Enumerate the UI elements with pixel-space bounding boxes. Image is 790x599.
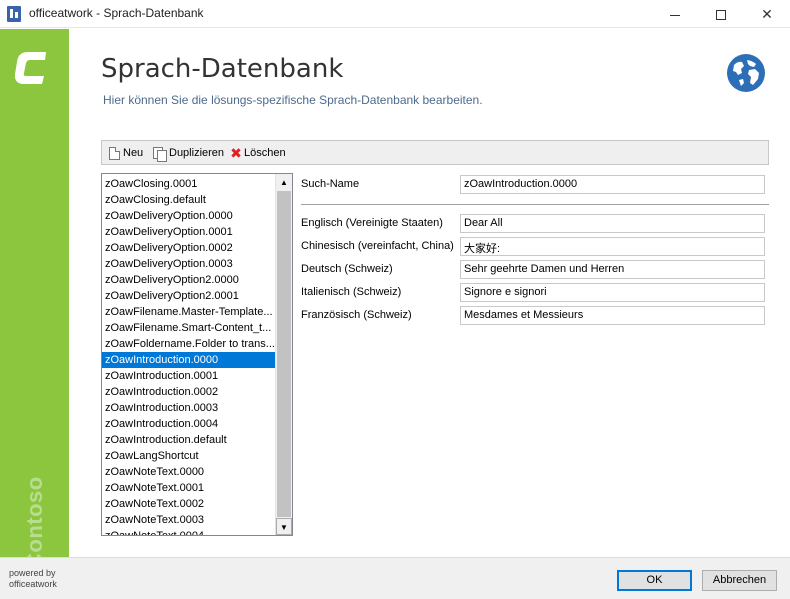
lang-label-english: Englisch (Vereinigte Staaten) [301,217,443,229]
list-item[interactable]: zOawIntroduction.0001 [102,368,276,384]
minimize-icon [670,14,680,16]
list-scrollbar[interactable]: ▲ ▼ [275,174,292,535]
list-item[interactable]: zOawIntroduction.default [102,432,276,448]
list-item[interactable]: zOawLangShortcut [102,448,276,464]
new-button[interactable]: Neu [109,145,143,161]
delete-button-label: Löschen [244,147,286,159]
list-item[interactable]: zOawDeliveryOption.0002 [102,240,276,256]
maximize-icon [716,10,726,21]
title-bar: officeatwork - Sprach-Datenbank ✕ [0,0,790,28]
list-item[interactable]: zOawFilename.Master-Template... [102,304,276,320]
cancel-button[interactable]: Abbrechen [702,570,777,591]
powered-by: powered by officeatwork [9,568,57,590]
list-item[interactable]: zOawIntroduction.0003 [102,400,276,416]
lang-label-german: Deutsch (Schweiz) [301,263,393,275]
new-button-label: Neu [123,147,144,159]
list-item[interactable]: zOawClosing.0001 [102,176,276,192]
minimize-button[interactable] [652,0,698,28]
delete-button[interactable]: ✖ Löschen [230,145,286,161]
maximize-button[interactable] [698,0,744,28]
powered-by-line2: officeatwork [9,579,57,589]
page-subtitle: Hier können Sie die lösungs-spezifische … [103,93,483,107]
scroll-down-button[interactable]: ▼ [276,518,292,535]
list-item[interactable]: zOawClosing.default [102,192,276,208]
contoso-logo-icon [14,52,46,84]
list-item[interactable]: zOawDeliveryOption.0001 [102,224,276,240]
list-item[interactable]: zOawIntroduction.0004 [102,416,276,432]
entry-list[interactable]: zOawClosing.0001 zOawClosing.default zOawD… [101,173,293,536]
list-item[interactable]: zOawNoteText.0004 [102,528,276,535]
entry-list-items: zOawClosing.0001 zOawClosing.default zOawD… [102,176,276,535]
list-item[interactable]: zOawDeliveryOption.0003 [102,256,276,272]
list-item[interactable]: zOawIntroduction.0000 [102,352,276,368]
lang-label-chinese: Chinesisch (vereinfacht, China) [301,240,454,252]
globe-icon [727,54,765,92]
list-item[interactable]: zOawDeliveryOption2.0001 [102,288,276,304]
delete-icon: ✖ [230,145,242,161]
lang-field-english[interactable]: Dear All [460,214,765,233]
list-item[interactable]: zOawDeliveryOption.0000 [102,208,276,224]
app-icon [7,6,21,22]
lang-label-italian: Italienisch (Schweiz) [301,286,402,298]
form-separator [301,204,769,205]
scroll-up-button[interactable]: ▲ [276,174,292,191]
list-item[interactable]: zOawNoteText.0003 [102,512,276,528]
list-item[interactable]: zOawFoldername.Folder to trans... [102,336,276,352]
list-item[interactable]: zOawNoteText.0002 [102,496,276,512]
list-item[interactable]: zOawIntroduction.0002 [102,384,276,400]
lang-field-chinese[interactable]: 大家好: [460,237,765,256]
list-item[interactable]: zOawNoteText.0000 [102,464,276,480]
duplicate-button-label: Duplizieren [169,147,225,159]
brand-strip: Contoso [0,29,69,569]
search-name-field[interactable]: zOawIntroduction.0000 [460,175,765,194]
close-button[interactable]: ✕ [744,0,790,28]
list-item[interactable]: zOawFilename.Smart-Content_t... [102,320,276,336]
ok-button[interactable]: OK [617,570,692,591]
page-title: Sprach-Datenbank [101,54,344,84]
list-item[interactable]: zOawDeliveryOption2.0000 [102,272,276,288]
list-item[interactable]: zOawNoteText.0001 [102,480,276,496]
lang-label-french: Französisch (Schweiz) [301,309,412,321]
lang-field-italian[interactable]: Signore e signori [460,283,765,302]
new-document-icon [109,146,120,160]
powered-by-line1: powered by [9,568,56,578]
lang-field-german[interactable]: Sehr geehrte Damen und Herren [460,260,765,279]
search-name-label: Such-Name [301,178,360,190]
duplicate-button[interactable]: Duplizieren [153,145,225,162]
scroll-thumb[interactable] [277,191,291,517]
brand-vertical-text: Contoso [22,476,47,569]
footer-bar: powered by officeatwork OK Abbrechen [0,557,790,599]
window-title: officeatwork - Sprach-Datenbank [29,6,204,20]
toolbar: Neu Duplizieren ✖ Löschen [101,140,769,165]
lang-field-french[interactable]: Mesdames et Messieurs [460,306,765,325]
duplicate-icon [153,146,167,162]
